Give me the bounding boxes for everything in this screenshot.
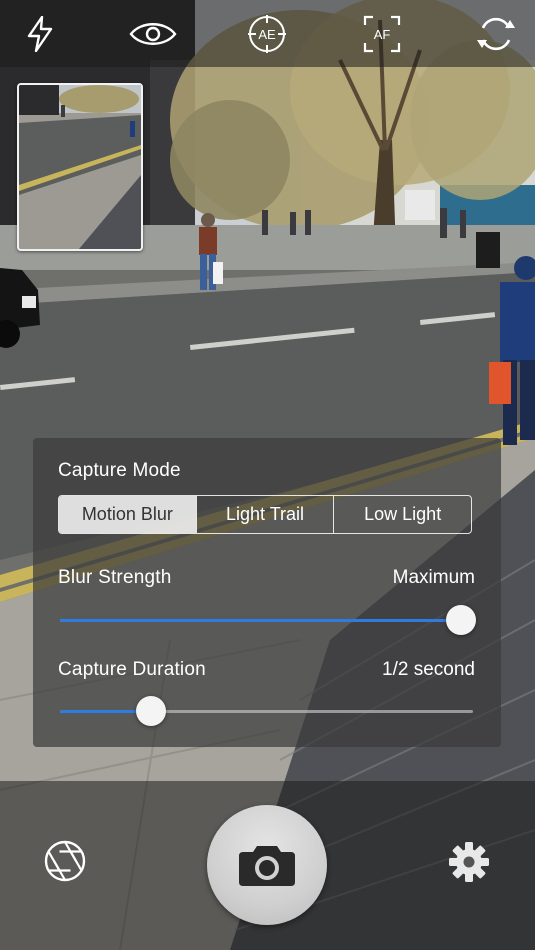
filters-button[interactable] [40, 836, 90, 886]
blur-strength-slider[interactable] [60, 602, 476, 638]
capture-duration-value: 1/2 second [382, 659, 475, 680]
capture-duration-label: Capture Duration [58, 659, 206, 680]
ae-target-icon: AE [248, 15, 286, 53]
capture-settings-panel: Capture Mode Motion Blur Light Trail Low… [33, 438, 501, 747]
auto-exposure-button[interactable]: AE [242, 10, 292, 58]
flash-icon [27, 16, 53, 52]
capture-mode-selector: Motion Blur Light Trail Low Light [58, 495, 472, 534]
thumbnail-image [19, 85, 141, 249]
eye-icon [129, 23, 177, 45]
auto-focus-button[interactable]: AF [357, 10, 407, 58]
switch-camera-button[interactable] [471, 10, 521, 58]
mode-motion-blur[interactable]: Motion Blur [59, 496, 196, 533]
af-label: AF [374, 27, 391, 42]
flash-button[interactable] [15, 10, 65, 58]
slider-knob[interactable] [135, 696, 166, 726]
mode-low-light[interactable]: Low Light [333, 496, 471, 533]
aperture-icon [44, 840, 86, 882]
capture-duration-slider[interactable] [60, 693, 473, 729]
top-toolbar: AE AF [0, 0, 535, 67]
slider-knob[interactable] [445, 605, 476, 635]
exposure-view-button[interactable] [128, 10, 178, 58]
slider-fill [60, 619, 461, 622]
blur-strength-label: Blur Strength [58, 567, 172, 588]
camera-icon [239, 846, 295, 886]
rotate-camera-icon [477, 17, 515, 51]
blur-strength-value: Maximum [392, 567, 475, 588]
capture-mode-label: Capture Mode [58, 460, 181, 481]
af-bracket-icon: AF [363, 15, 401, 53]
settings-button[interactable] [444, 837, 494, 887]
mode-light-trail[interactable]: Light Trail [195, 496, 334, 533]
shutter-button[interactable] [207, 805, 327, 925]
last-photo-thumbnail[interactable] [17, 83, 143, 251]
gear-icon [449, 842, 489, 882]
ae-label: AE [258, 27, 276, 42]
